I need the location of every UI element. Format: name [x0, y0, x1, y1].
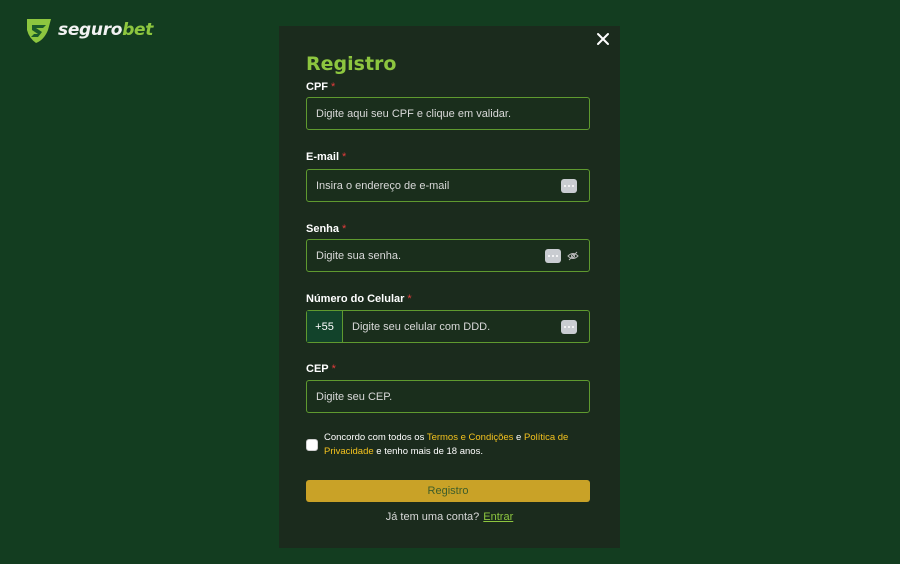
toggle-password-visibility-button[interactable]: [567, 251, 579, 261]
autofill-dots-icon[interactable]: [561, 319, 577, 334]
autofill-dots-icon[interactable]: [561, 178, 577, 193]
email-label: E-mail *: [306, 151, 347, 163]
close-icon: [597, 33, 609, 45]
password-label: Senha *: [306, 223, 347, 235]
terms-checkbox[interactable]: [306, 439, 318, 451]
register-submit-button[interactable]: Registro: [306, 480, 590, 502]
terms-row: Concordo com todos os Termos e Condições…: [306, 431, 596, 459]
cpf-label: CPF *: [306, 81, 336, 93]
password-input[interactable]: [307, 240, 545, 271]
login-prompt-text: Já tem uma conta?: [385, 511, 480, 523]
page: segurobet Registro CPF* E-mail* Se: [0, 0, 900, 564]
country-code-prefix: +55: [307, 311, 343, 342]
login-link[interactable]: Entrar: [483, 511, 513, 523]
email-input[interactable]: [307, 170, 561, 201]
cep-label: CEP *: [306, 363, 336, 375]
password-field-wrapper: [306, 239, 590, 272]
register-modal: Registro CPF* E-mail* Senha*: [279, 26, 620, 548]
cep-input[interactable]: [307, 381, 589, 412]
phone-field-wrapper: +55: [306, 310, 590, 343]
seguro-shield-icon: [27, 19, 51, 43]
brand-name: segurobet: [58, 20, 154, 40]
close-button[interactable]: [594, 30, 612, 48]
terms-text: Concordo com todos os Termos e Condições…: [324, 432, 569, 457]
login-prompt-row: Já tem uma conta? Entrar: [279, 511, 620, 523]
eye-off-icon: [567, 251, 579, 260]
terms-link[interactable]: Termos e Condições: [427, 432, 514, 443]
email-field-wrapper: [306, 169, 590, 202]
cpf-input[interactable]: [307, 98, 589, 129]
brand-logo[interactable]: segurobet: [24, 16, 153, 44]
autofill-dots-icon[interactable]: [545, 248, 561, 263]
modal-title: Registro: [306, 53, 397, 75]
cep-field-wrapper: [306, 380, 590, 413]
phone-input[interactable]: [343, 311, 561, 342]
cpf-field-wrapper: [306, 97, 590, 130]
phone-label: Número do Celular *: [306, 293, 412, 305]
